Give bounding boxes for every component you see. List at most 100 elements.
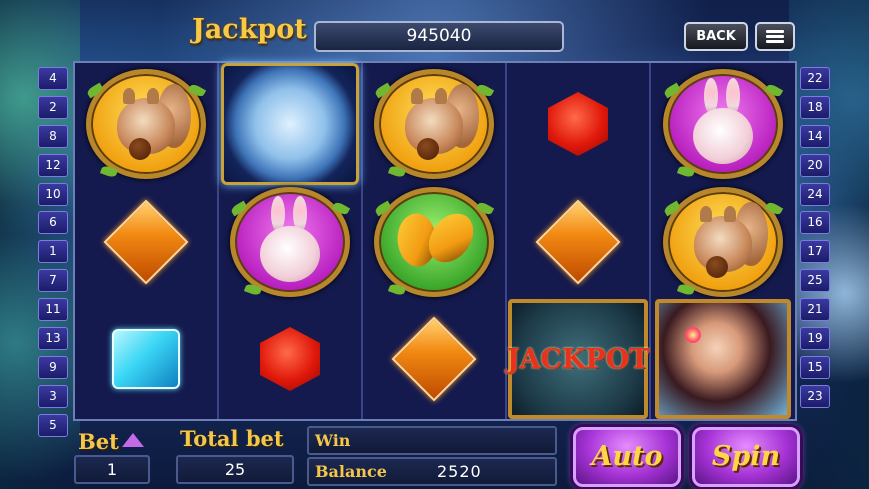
- fairy-symbol: [655, 299, 791, 419]
- leaf-decoration: [243, 282, 263, 297]
- leaf-decoration: [387, 282, 407, 297]
- squirrel-ear: [123, 88, 135, 104]
- win-label: Win: [315, 431, 351, 450]
- balance-label: Balance: [315, 462, 387, 481]
- orange-gem-symbol: [535, 199, 621, 285]
- reel-cell: [363, 185, 507, 299]
- leaf-decoration: [475, 82, 495, 99]
- payline-badge[interactable]: 6: [38, 211, 68, 235]
- rabbit-icon: [260, 226, 320, 282]
- squirrel-ear: [411, 88, 423, 104]
- squirrel-ear: [700, 206, 712, 222]
- payline-badge[interactable]: 23: [800, 384, 830, 408]
- reel-cell: [219, 185, 363, 299]
- jackpot-value: 945040: [314, 21, 564, 52]
- flower-icon: [685, 327, 701, 343]
- payline-badge[interactable]: 13: [38, 327, 68, 351]
- jackpot-symbol-text: JACKPOT: [506, 343, 650, 375]
- reel-cell: [219, 63, 363, 185]
- reel-cell: [507, 63, 651, 185]
- auto-button[interactable]: Auto: [573, 427, 681, 487]
- payline-badge[interactable]: 8: [38, 124, 68, 148]
- rabbit-symbol: [229, 187, 351, 297]
- bet-value: 1: [74, 455, 150, 484]
- balance-value: 2520: [437, 462, 482, 481]
- leaf-decoration: [676, 164, 696, 179]
- menu-icon-bar: [766, 40, 784, 43]
- payline-badge[interactable]: 22: [800, 67, 830, 90]
- total-bet-label: Total bet: [180, 426, 284, 451]
- squirrel-symbol: [662, 187, 784, 297]
- payline-badge[interactable]: 1: [38, 240, 68, 264]
- acorn-icon: [129, 138, 151, 160]
- reel-cell: [651, 185, 795, 299]
- payline-badge[interactable]: 5: [38, 413, 68, 437]
- rabbit-icon: [693, 108, 753, 164]
- leaf-decoration: [662, 82, 682, 99]
- leaf-decoration: [229, 200, 249, 217]
- blue-gem-symbol: [112, 329, 180, 389]
- reel-cell: [75, 299, 219, 419]
- red-gem-symbol: [260, 327, 320, 391]
- spin-button[interactable]: Spin: [692, 427, 800, 487]
- payline-badge[interactable]: 20: [800, 153, 830, 177]
- acorn-icon: [706, 256, 728, 278]
- payline-badge[interactable]: 10: [38, 182, 68, 206]
- reel-cell: [651, 63, 795, 185]
- payline-badge[interactable]: 25: [800, 269, 830, 293]
- payline-badge[interactable]: 19: [800, 327, 830, 351]
- reel-cell: [507, 185, 651, 299]
- red-gem-symbol: [548, 92, 608, 156]
- leaf-decoration: [331, 200, 351, 217]
- reel-cell: [219, 299, 363, 419]
- leaf-decoration: [662, 200, 682, 217]
- payline-badge[interactable]: 4: [38, 67, 68, 90]
- leaf-decoration: [373, 82, 393, 99]
- bet-increase-arrow-icon[interactable]: [122, 433, 144, 447]
- total-bet-value: 25: [176, 455, 294, 484]
- orange-gem-symbol: [103, 199, 189, 285]
- menu-icon-bar: [766, 35, 784, 38]
- leaf-decoration: [99, 164, 119, 179]
- balance-display: Balance 2520: [307, 457, 557, 486]
- squirrel-symbol: [373, 69, 495, 179]
- payline-badge[interactable]: 11: [38, 298, 68, 322]
- payline-badge[interactable]: 9: [38, 355, 68, 379]
- reel-grid: JACKPOT: [73, 61, 797, 421]
- butterfly-symbol: [373, 187, 495, 297]
- bet-label: Bet: [78, 429, 119, 454]
- payline-badge[interactable]: 18: [800, 95, 830, 119]
- leaf-decoration: [187, 82, 207, 99]
- orange-gem-symbol: [391, 316, 477, 402]
- reel-cell: [75, 185, 219, 299]
- leaf-decoration: [373, 200, 393, 217]
- payline-badge[interactable]: 15: [800, 355, 830, 379]
- leaf-decoration: [85, 82, 105, 99]
- payline-badge[interactable]: 14: [800, 124, 830, 148]
- squirrel-ear: [724, 206, 736, 222]
- payline-badge[interactable]: 24: [800, 182, 830, 206]
- payline-badge[interactable]: 2: [38, 95, 68, 119]
- payline-badge[interactable]: 21: [800, 298, 830, 322]
- leaf-decoration: [764, 82, 784, 99]
- moon-symbol: [221, 63, 359, 185]
- back-button[interactable]: BACK: [684, 22, 748, 51]
- payline-badge[interactable]: 17: [800, 240, 830, 264]
- squirrel-symbol: [85, 69, 207, 179]
- reel-cell: [363, 299, 507, 419]
- jackpot-label: Jackpot: [192, 14, 307, 45]
- menu-button[interactable]: [755, 22, 795, 51]
- payline-badge[interactable]: 16: [800, 211, 830, 235]
- jackpot-symbol: JACKPOT: [506, 299, 650, 419]
- menu-icon: [766, 30, 784, 33]
- payline-badge[interactable]: 7: [38, 269, 68, 293]
- squirrel-ear: [435, 88, 447, 104]
- leaf-decoration: [475, 200, 495, 217]
- acorn-icon: [417, 138, 439, 160]
- leaf-decoration: [676, 282, 696, 297]
- reel-cell: [651, 299, 795, 419]
- payline-badge[interactable]: 12: [38, 153, 68, 177]
- reel-cell: [363, 63, 507, 185]
- rabbit-symbol: [662, 69, 784, 179]
- payline-badge[interactable]: 3: [38, 384, 68, 408]
